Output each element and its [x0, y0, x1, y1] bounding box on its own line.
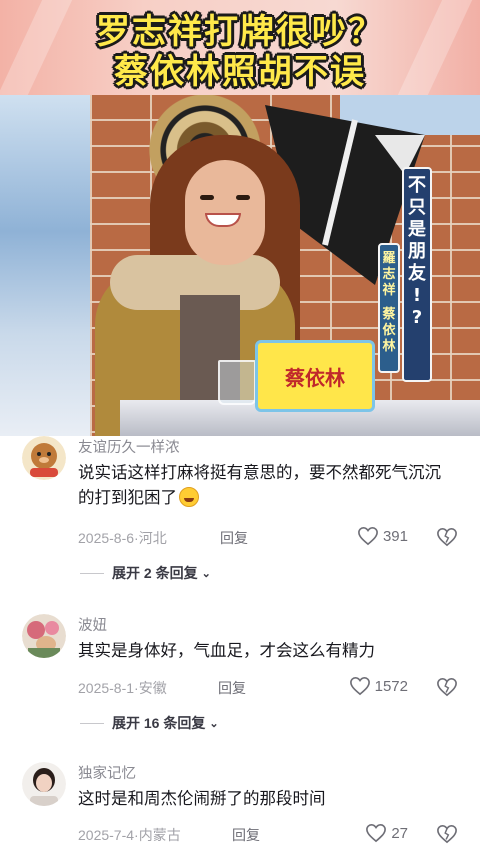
comment-meta: 2025-8-1·安徽	[78, 680, 167, 696]
dislike-button[interactable]	[436, 527, 458, 551]
water-glass	[218, 360, 256, 405]
comment-meta: 2025-7-4·内蒙古	[78, 827, 181, 843]
comment-location: 河北	[138, 530, 167, 546]
comment-meta: 2025-8-6·河北	[78, 530, 167, 546]
dislike-button[interactable]	[436, 677, 458, 701]
expand-replies-button[interactable]: 展开 2 条回复 ⌄	[80, 563, 211, 583]
video-headline-line2: 蔡依林照胡不误	[114, 52, 366, 92]
avatar[interactable]	[22, 436, 66, 480]
reply-button[interactable]: 回复	[218, 678, 246, 698]
like-count: 1572	[374, 677, 408, 695]
comment-text: 其实是身体好，气血足，才会这么有精力	[78, 642, 375, 660]
comment-list: 友谊历久一样浓 说实话这样打麻将挺有意思的，要不然都死气沉沉的打到犯困了 202…	[0, 436, 480, 853]
chevron-down-icon: ⌄	[201, 567, 211, 580]
comment-text: 这时是和周杰伦闹掰了的那段时间	[78, 790, 326, 808]
broken-heart-icon	[437, 677, 457, 697]
comment-date: 2025-8-1	[78, 680, 135, 696]
like-button[interactable]: 1572	[349, 676, 408, 696]
comment-username[interactable]: 友谊历久一样浓	[78, 436, 180, 457]
crying-laughing-emoji-icon	[179, 487, 199, 507]
title-banner: 罗志祥打牌很吵？ 蔡依林照胡不误	[0, 0, 480, 95]
like-button[interactable]: 27	[365, 823, 408, 843]
comment-date: 2025-8-6	[78, 530, 135, 546]
comment-text: 说实话这样打麻将挺有意思的，要不然都死气沉沉的打到犯困了	[78, 464, 441, 507]
video-frame: 蔡依林 不 只 是 朋 友 ! ? 羅 志 祥 蔡 依 林	[0, 95, 480, 436]
comment-username[interactable]: 波妞	[78, 614, 107, 635]
like-count: 391	[382, 527, 408, 545]
reply-button[interactable]: 回复	[232, 825, 260, 845]
vertical-caption-names: 羅 志 祥 蔡 依 林	[378, 243, 400, 373]
heart-icon	[358, 526, 378, 546]
avatar[interactable]	[22, 762, 66, 806]
broken-heart-icon	[437, 824, 457, 844]
dislike-button[interactable]	[436, 824, 458, 848]
nameplate: 蔡依林	[255, 340, 375, 412]
avatar[interactable]	[22, 614, 66, 658]
comment-location: 内蒙古	[138, 827, 181, 843]
like-count: 27	[391, 824, 408, 842]
heart-icon	[349, 676, 370, 696]
comment-date: 2025-7-4	[78, 827, 135, 843]
reply-button[interactable]: 回复	[220, 528, 248, 548]
vertical-caption: 不 只 是 朋 友 ! ?	[402, 167, 432, 382]
comment-location: 安徽	[138, 680, 167, 696]
expand-replies-button[interactable]: 展开 16 条回复 ⌄	[80, 713, 219, 733]
chevron-down-icon: ⌄	[209, 717, 219, 730]
video-player[interactable]: 罗志祥打牌很吵？ 蔡依林照胡不误 蔡依林 不 只 是 朋 友 ! ? 羅 志 祥…	[0, 0, 480, 436]
comment-username[interactable]: 独家记忆	[78, 762, 136, 783]
like-button[interactable]: 391	[357, 526, 408, 546]
heart-icon	[366, 823, 387, 843]
broken-heart-icon	[437, 527, 457, 547]
